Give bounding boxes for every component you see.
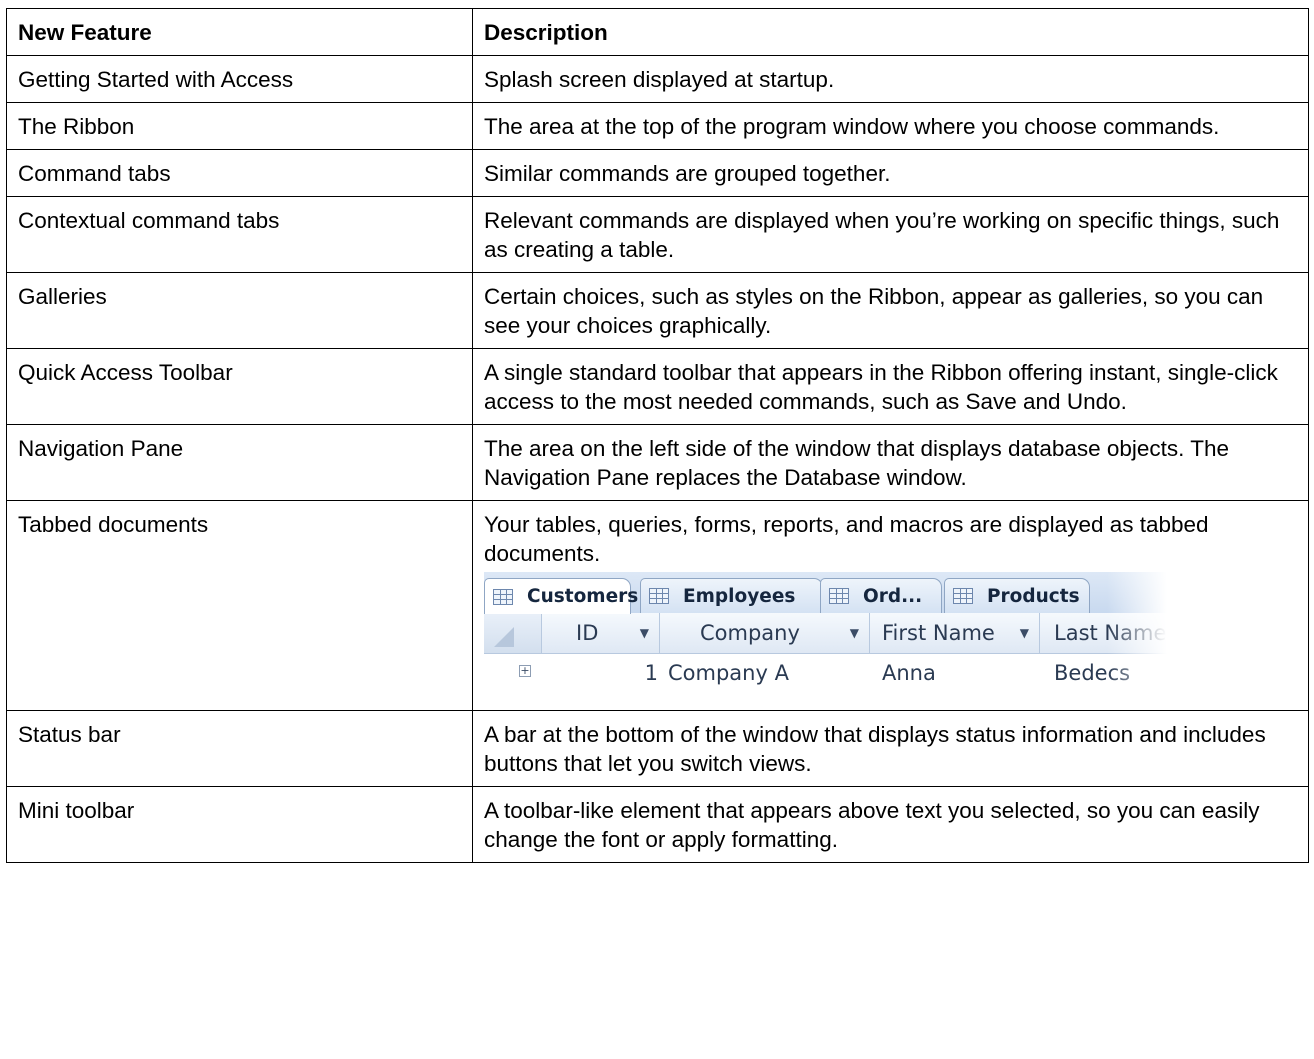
description-cell: Certain choices, such as styles on the R… bbox=[472, 272, 1309, 349]
feature-cell: Contextual command tabs bbox=[6, 196, 473, 273]
feature-cell: Quick Access Toolbar bbox=[6, 348, 473, 425]
column-header-id[interactable]: ID ▼ bbox=[542, 613, 660, 654]
table-row: Tabbed documents Your tables, queries, f… bbox=[6, 500, 1309, 711]
tab-employees[interactable]: Employees bbox=[640, 578, 823, 613]
column-header-company[interactable]: Company ▼ bbox=[660, 613, 870, 654]
table-row: Getting Started with Access Splash scree… bbox=[6, 55, 1309, 103]
feature-cell: Getting Started with Access bbox=[6, 55, 473, 103]
table-row: Command tabs Similar commands are groupe… bbox=[6, 149, 1309, 197]
dropdown-arrow-icon[interactable]: ▼ bbox=[640, 619, 649, 648]
datasheet-grid: ID ▼ Company ▼ First Name ▼ Last Name + bbox=[484, 613, 1167, 694]
document-tab-strip: Customers Employees Ord... Products bbox=[484, 572, 1167, 614]
table-row: Navigation Pane The area on the left sid… bbox=[6, 424, 1309, 501]
column-header-label: First Name bbox=[882, 620, 995, 645]
table-row: Quick Access Toolbar A single standard t… bbox=[6, 348, 1309, 425]
feature-cell: Tabbed documents bbox=[6, 500, 473, 711]
feature-cell: Mini toolbar bbox=[6, 786, 473, 863]
table-icon bbox=[649, 588, 669, 604]
description-cell: Relevant commands are displayed when you… bbox=[472, 196, 1309, 273]
table-row: Status bar A bar at the bottom of the wi… bbox=[6, 710, 1309, 787]
feature-cell: Command tabs bbox=[6, 149, 473, 197]
dropdown-arrow-icon[interactable]: ▼ bbox=[850, 619, 859, 648]
table-row: Galleries Certain choices, such as style… bbox=[6, 272, 1309, 349]
description-cell: Your tables, queries, forms, reports, an… bbox=[472, 500, 1309, 711]
feature-cell: Galleries bbox=[6, 272, 473, 349]
header-new-feature: New Feature bbox=[6, 8, 473, 56]
feature-cell: Status bar bbox=[6, 710, 473, 787]
description-cell: A single standard toolbar that appears i… bbox=[472, 348, 1309, 425]
table-icon bbox=[829, 588, 849, 604]
tab-label: Employees bbox=[683, 585, 796, 607]
table-icon bbox=[953, 588, 973, 604]
description-cell: A bar at the bottom of the window that d… bbox=[472, 710, 1309, 787]
description-text: Your tables, queries, forms, reports, an… bbox=[484, 512, 1209, 566]
select-all-corner[interactable] bbox=[484, 613, 542, 654]
tab-label: Products bbox=[987, 585, 1080, 607]
tab-label: Ord... bbox=[863, 585, 923, 607]
table-row: The Ribbon The area at the top of the pr… bbox=[6, 102, 1309, 150]
tabbed-documents-screenshot: Customers Employees Ord... Products ID ▼… bbox=[484, 572, 1167, 694]
description-cell: A toolbar-like element that appears abov… bbox=[472, 786, 1309, 863]
tab-products[interactable]: Products bbox=[944, 578, 1090, 613]
right-edge-fade bbox=[1107, 572, 1167, 694]
cell-first-name[interactable]: Anna bbox=[882, 654, 1032, 692]
description-cell: The area at the top of the program windo… bbox=[472, 102, 1309, 150]
table-header-row: New Feature Description bbox=[6, 8, 1309, 56]
document-body: New Feature Description Getting Started … bbox=[6, 8, 1309, 863]
feature-cell: The Ribbon bbox=[6, 102, 473, 150]
dropdown-arrow-icon[interactable]: ▼ bbox=[1020, 619, 1029, 648]
table-row: Contextual command tabs Relevant command… bbox=[6, 196, 1309, 273]
description-cell: Splash screen displayed at startup. bbox=[472, 55, 1309, 103]
column-header-first-name[interactable]: First Name ▼ bbox=[870, 613, 1040, 654]
tab-orders[interactable]: Ord... bbox=[820, 578, 942, 613]
features-table: New Feature Description Getting Started … bbox=[6, 8, 1309, 863]
tab-customers[interactable]: Customers bbox=[484, 578, 638, 614]
feature-cell: Navigation Pane bbox=[6, 424, 473, 501]
table-row: Mini toolbar A toolbar-like element that… bbox=[6, 786, 1309, 863]
column-header-label: Company bbox=[700, 620, 800, 645]
expand-plus-icon[interactable]: + bbox=[519, 665, 531, 677]
table-icon bbox=[493, 588, 513, 605]
tab-label: Customers bbox=[527, 586, 639, 607]
description-cell: Similar commands are grouped together. bbox=[472, 149, 1309, 197]
column-header-label: ID bbox=[576, 620, 599, 645]
header-description: Description bbox=[472, 8, 1309, 56]
description-cell: The area on the left side of the window … bbox=[472, 424, 1309, 501]
